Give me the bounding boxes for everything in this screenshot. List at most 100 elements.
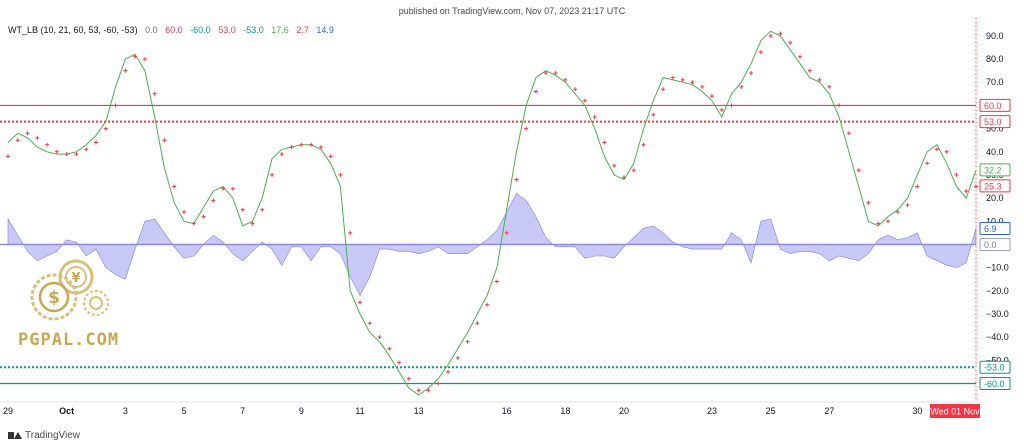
- wt2-point: [641, 142, 646, 147]
- wt2-point: [455, 356, 460, 360]
- wt2-point: [152, 91, 157, 96]
- y-tick-label: 40.0: [986, 147, 1004, 157]
- wt2-point: [661, 87, 666, 92]
- x-tick-label: 7: [240, 406, 245, 416]
- wt2-point: [367, 321, 372, 326]
- wt2-point: [944, 149, 949, 154]
- current-date-badge: Wed 01 Nov: [930, 407, 980, 417]
- wt2-point: [798, 54, 802, 59]
- wt2-point: [162, 138, 167, 143]
- wt2-point: [309, 142, 314, 147]
- wt2-point: [74, 152, 79, 157]
- wt2-point: [299, 142, 304, 147]
- tradingview-logo-icon: [8, 431, 22, 440]
- wt2-point: [827, 84, 832, 89]
- wt2-point: [485, 302, 490, 307]
- x-tick-label: 20: [619, 406, 629, 416]
- wt2-point: [240, 207, 245, 212]
- badge-wt2-last: 25.3: [984, 181, 1002, 191]
- x-tick-label: 9: [299, 406, 304, 416]
- tradingview-footer[interactable]: TradingView: [8, 430, 80, 441]
- wt2-point: [719, 108, 724, 112]
- x-tick-label: 3: [123, 406, 128, 416]
- x-tick-label: 16: [502, 406, 512, 416]
- wt2-point: [954, 172, 959, 177]
- x-tick-label: 13: [414, 406, 424, 416]
- y-tick-label: 20.0: [986, 193, 1004, 203]
- badge-zero: 0.0: [984, 240, 997, 250]
- wt2-point: [690, 80, 695, 85]
- wt2-point: [230, 186, 235, 191]
- wt2-point: [582, 98, 587, 103]
- wt2-point: [201, 214, 206, 219]
- wt2-point: [94, 140, 98, 145]
- wt2-point: [211, 198, 216, 203]
- svg-text:$: $: [48, 288, 60, 308]
- x-tick-label: 18: [560, 406, 570, 416]
- wt2-point: [279, 152, 284, 157]
- watermark-text: PGPAL.COM: [18, 330, 120, 350]
- y-tick-label: −30.0: [986, 309, 1009, 319]
- wt2-point: [377, 335, 382, 340]
- wt2-point: [612, 163, 617, 168]
- wt2-point: [758, 50, 763, 55]
- wt2-point: [700, 84, 705, 89]
- wt2-point: [270, 172, 274, 177]
- wt2-point: [680, 77, 685, 82]
- wt2-point: [260, 207, 265, 212]
- wt2-point: [387, 346, 392, 351]
- wt2-point: [670, 75, 675, 80]
- wt2-point: [84, 147, 89, 152]
- x-tick-label: 23: [707, 406, 717, 416]
- wt2-point: [749, 71, 754, 75]
- wt2-point: [348, 230, 353, 235]
- wt2-point: [524, 126, 529, 131]
- wt2-point: [886, 219, 890, 224]
- wt2-point: [475, 321, 480, 326]
- wt2-point: [113, 103, 118, 108]
- badge-hist-last: 6.9: [984, 224, 997, 234]
- wt2-point: [788, 40, 793, 45]
- wt2-point: [866, 200, 871, 205]
- x-tick-label: Oct: [59, 406, 74, 416]
- y-tick-label: −10.0: [986, 263, 1009, 273]
- badge-os-53: -53.0: [984, 363, 1005, 373]
- y-tick-label: 70.0: [986, 77, 1004, 87]
- badge-wt1-last: 32.2: [984, 165, 1002, 175]
- x-tick-label: 30: [912, 406, 922, 416]
- wt2-point: [289, 145, 294, 150]
- wt2-point: [15, 138, 20, 143]
- wt2-point: [45, 142, 50, 147]
- wt2-point: [6, 154, 10, 159]
- wt2-point: [974, 184, 978, 189]
- wt2-point: [729, 103, 734, 108]
- y-tick-label: −40.0: [986, 332, 1009, 342]
- wt2-point: [807, 68, 812, 73]
- wt2-point: [494, 279, 499, 284]
- wt2-point: [573, 87, 578, 92]
- wt2-point: [182, 210, 186, 214]
- wt1-line: [7, 30, 977, 396]
- wt2-point: [35, 135, 40, 140]
- wt2-point: [846, 131, 851, 136]
- wt2-point: [25, 131, 30, 136]
- wt2-point: [406, 376, 411, 381]
- x-tick-label: 5: [181, 406, 186, 416]
- wt2-point: [631, 168, 636, 173]
- wt2-point: [465, 339, 470, 344]
- wt2-point: [416, 388, 421, 393]
- x-tick-label: 29: [3, 406, 13, 416]
- wt2-point: [739, 84, 744, 89]
- wt2-point: [768, 33, 773, 38]
- x-tick-label: 25: [766, 406, 776, 416]
- x-tick-label: 27: [824, 406, 834, 416]
- wt2-point: [514, 177, 519, 182]
- wt2-point: [592, 115, 597, 119]
- wt2-point: [103, 126, 108, 131]
- wt2-point: [856, 168, 861, 173]
- badge-os-60: -60.0: [984, 379, 1005, 389]
- wt2-point: [446, 369, 450, 374]
- wt2-point: [64, 152, 69, 157]
- chart-canvas[interactable]: 90.080.070.060.050.040.030.020.010.00.0−…: [0, 0, 1024, 446]
- wt2-point: [710, 94, 714, 99]
